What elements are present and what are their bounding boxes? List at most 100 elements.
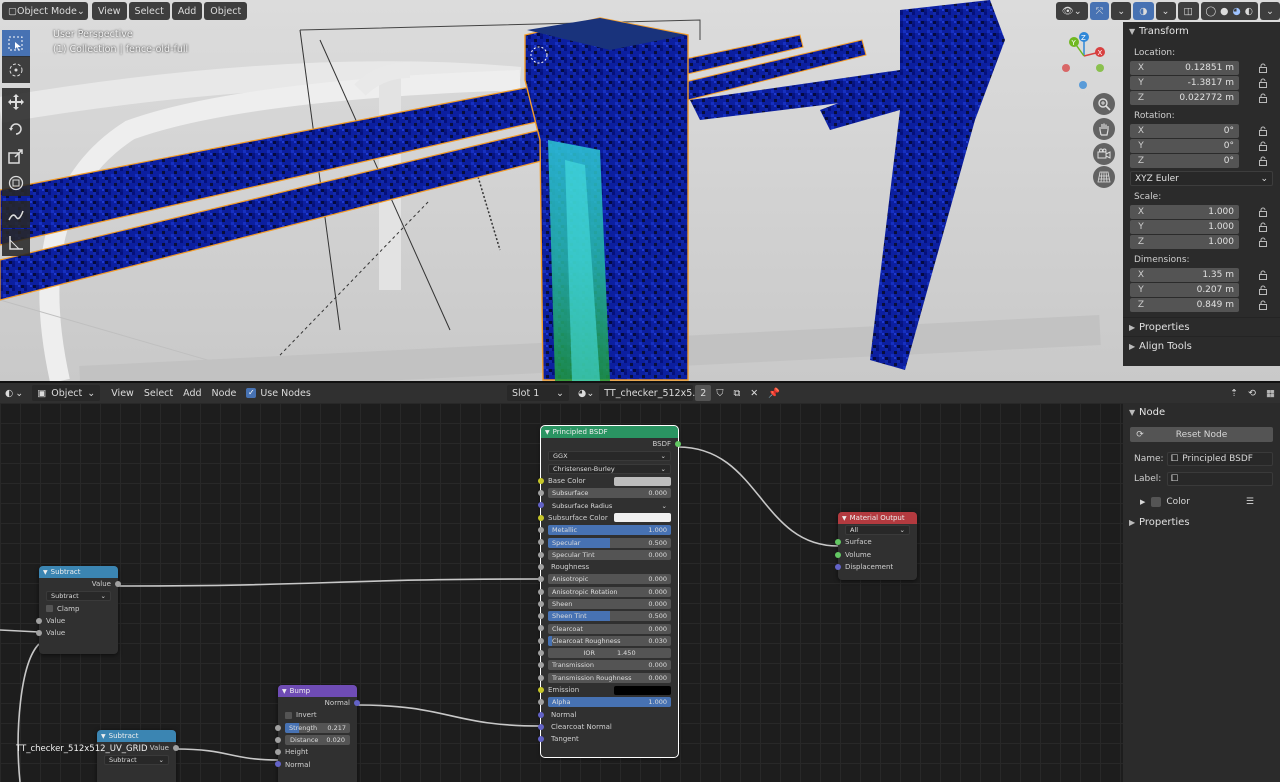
rendered-shading-icon[interactable]: ◐ [1245, 6, 1253, 17]
rotation-mode-dropdown[interactable]: XYZ Euler ⌄ [1130, 171, 1273, 186]
transmission-roughness-field[interactable]: Transmission Roughness 0.000 [548, 672, 671, 683]
lock-icon[interactable] [1256, 155, 1270, 167]
displacement-socket[interactable] [835, 563, 841, 570]
use-nodes-checkbox[interactable]: ✓ Use Nodes [241, 385, 316, 401]
tool-move[interactable] [2, 88, 30, 115]
subtract-header[interactable]: ▼ Subtract [39, 566, 118, 578]
rotation-y-field[interactable]: Y 0° [1130, 138, 1239, 153]
parent-node-tree-button[interactable]: ⇡ [1225, 385, 1243, 401]
zoom-button[interactable] [1093, 93, 1115, 115]
sheen-field[interactable]: Sheen 0.000 [548, 599, 671, 609]
location-y-field[interactable]: Y -1.3817 m [1130, 75, 1239, 90]
subtract-node[interactable]: ▼ Subtract Value Subtract ⌄ Clamp Value Va… [36, 566, 121, 654]
editor-type-button[interactable]: ◐ ⌄ [0, 385, 28, 401]
tool-annotate[interactable] [2, 201, 30, 228]
distance-field[interactable]: Distance 0.020 [285, 735, 350, 746]
tool-rotate[interactable] [2, 115, 30, 142]
shading-dropdown[interactable]: ⌄ [1260, 2, 1280, 20]
menu-object[interactable]: Object [204, 2, 248, 20]
subsurface-field[interactable]: Subsurface 0.000 [548, 488, 671, 499]
material-browse-button[interactable]: ◕ ⌄ [573, 385, 599, 401]
gizmo-dropdown[interactable]: ⌄ [1111, 2, 1132, 20]
rotation-z-field[interactable]: Z 0° [1130, 153, 1239, 168]
menu-select[interactable]: Select [128, 2, 170, 20]
menu-select[interactable]: Select [139, 385, 178, 401]
principled-bsdf-header[interactable]: ▼ Principled BSDF [541, 426, 678, 438]
bsdf-output-socket[interactable] [675, 441, 681, 447]
bump-header[interactable]: ▼ Bump [278, 685, 357, 697]
material-name-field[interactable]: TT_checker_512x5... [599, 385, 701, 401]
lock-icon[interactable] [1256, 284, 1270, 296]
operation-dropdown[interactable]: Subtract ⌄ [46, 591, 111, 602]
clearcoat-field[interactable]: Clearcoat 0.000 [548, 623, 671, 634]
sheen-tint-socket[interactable] [538, 613, 544, 620]
value-input-socket[interactable] [36, 617, 42, 624]
sheen-socket[interactable] [538, 600, 544, 607]
target-dropdown[interactable]: All ⌄ [845, 525, 910, 536]
distribution-dropdown[interactable]: GGX ⌄ [548, 451, 671, 462]
align-tools-panel-header[interactable]: ▶ Align Tools [1123, 336, 1280, 355]
value-output-socket[interactable] [115, 581, 121, 587]
subtract-node-2[interactable]: ▼ Subtract Value Subtract ⌄ [97, 730, 179, 782]
unlink-material-button[interactable]: ✕ [745, 385, 763, 401]
duplicate-material-button[interactable]: ⧉ [728, 385, 745, 401]
view-object-types-button[interactable]: 👁 ⌄ [1055, 2, 1088, 20]
location-x-field[interactable]: X 0.12851 m [1130, 60, 1239, 75]
subsurface-color-swatch[interactable] [614, 513, 671, 523]
metallic-socket[interactable] [538, 527, 544, 534]
shader-type-dropdown[interactable]: ▣ Object ⌄ [32, 385, 101, 401]
anisotropic-rotation-field[interactable]: Anisotropic Rotation 0.000 [548, 586, 671, 597]
transmission-field[interactable]: Transmission 0.000 [548, 660, 671, 671]
tool-measure[interactable] [2, 229, 30, 256]
navigation-gizmo[interactable]: Z X Y [1058, 30, 1112, 90]
normal-input-socket[interactable] [275, 761, 281, 768]
pin-button[interactable]: 📌 [763, 385, 785, 401]
transmission-socket[interactable] [538, 662, 544, 669]
tangent-socket[interactable] [538, 736, 544, 743]
lock-icon[interactable] [1256, 140, 1270, 152]
emission-socket[interactable] [538, 686, 544, 693]
lock-icon[interactable] [1256, 62, 1270, 74]
perspective-toggle-button[interactable] [1093, 166, 1115, 188]
scale-x-field[interactable]: X 1.000 [1130, 204, 1239, 219]
invert-checkbox[interactable] [285, 711, 292, 719]
volume-socket[interactable] [835, 551, 841, 558]
rotation-x-field[interactable]: X 0° [1130, 123, 1239, 138]
lock-icon[interactable] [1256, 92, 1270, 104]
reset-node-button[interactable]: ⟳ Reset Node [1130, 427, 1273, 442]
specular-field[interactable]: Specular 0.500 [548, 537, 671, 548]
node-panel-header[interactable]: ▼ Node [1123, 403, 1280, 422]
menu-add[interactable]: Add [178, 385, 206, 401]
slot-dropdown[interactable]: Slot 1 ⌄ [507, 385, 570, 401]
strength-socket[interactable] [275, 724, 281, 731]
snap-button[interactable]: ⟲ [1243, 385, 1261, 401]
tool-scale[interactable] [2, 142, 30, 169]
pan-button[interactable] [1093, 118, 1115, 140]
anisotropic-socket[interactable] [538, 576, 544, 583]
subtract-2-header[interactable]: ▼ Subtract [97, 730, 176, 742]
lock-icon[interactable] [1256, 269, 1270, 281]
lock-icon[interactable] [1256, 221, 1270, 233]
tool-select-box[interactable] [2, 30, 30, 57]
clearcoat-normal-socket[interactable] [538, 723, 544, 730]
name-field[interactable]: ⧠ Principled BSDF [1167, 451, 1273, 466]
3d-viewport[interactable]: ▢ Object Mode ⌄ View Select Add Object 👁… [0, 0, 1280, 381]
lock-icon[interactable] [1256, 77, 1270, 89]
bump-node[interactable]: ▼ Bump Normal Invert Strength 0.217 Distan… [275, 685, 360, 782]
clearcoat-roughness-socket[interactable] [538, 637, 544, 644]
clearcoat-socket[interactable] [538, 625, 544, 632]
scale-y-field[interactable]: Y 1.000 [1130, 219, 1239, 234]
tool-transform[interactable] [2, 169, 30, 196]
metallic-field[interactable]: Metallic 1.000 [548, 525, 671, 536]
clamp-checkbox[interactable] [46, 605, 53, 613]
menu-view[interactable]: View [92, 2, 127, 20]
mode-dropdown[interactable]: ▢ Object Mode ⌄ [2, 2, 88, 20]
subsurface-color-socket[interactable] [538, 514, 544, 521]
color-checkbox[interactable] [1151, 496, 1162, 507]
subsurface-radius-dropdown[interactable]: Subsurface Radius ⌄ [548, 501, 671, 511]
wireframe-shading-icon[interactable]: ◯ [1206, 6, 1217, 17]
material-output-header[interactable]: ▼ Material Output [838, 512, 917, 524]
alpha-field[interactable]: Alpha 1.000 [548, 697, 671, 708]
dimensions-x-field[interactable]: X 1.35 m [1130, 267, 1239, 282]
material-output-node[interactable]: ▼ Material Output All ⌄ Surface Volume Dis… [835, 512, 917, 580]
